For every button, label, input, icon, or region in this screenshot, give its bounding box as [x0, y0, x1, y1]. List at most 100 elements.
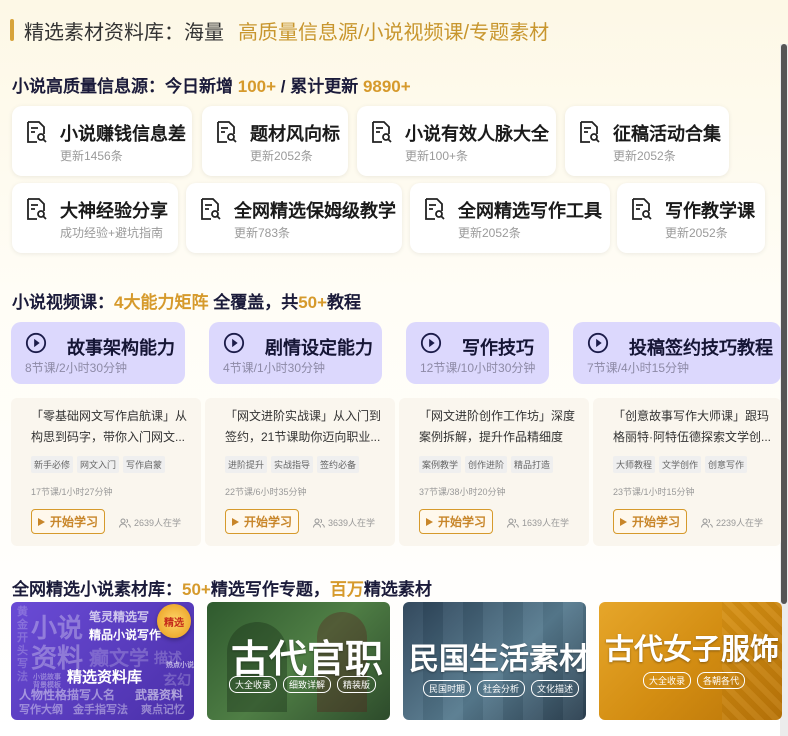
material-title: 精选资料库 — [67, 669, 143, 686]
document-search-icon — [27, 121, 47, 143]
info-card-tools[interactable]: 全网精选写作工具 更新2052条 — [410, 183, 610, 253]
video-tab-sub: 7节课/4小时15分钟 — [587, 361, 690, 375]
material-section-title: 全网精选小说素材库：50+精选写作专题，百万精选素材 — [12, 575, 432, 600]
play-triangle-icon — [619, 517, 627, 526]
info-section-mid: / 累计更新 — [276, 77, 363, 96]
users-icon — [507, 518, 519, 528]
info-section-title: 小说高质量信息源：今日新增 100+ / 累计更新 9890+ — [12, 72, 411, 97]
info-card-network[interactable]: 小说有效人脉大全 更新100+条 — [357, 106, 556, 176]
course-tag: 新手必修 — [31, 456, 74, 473]
start-learning-button[interactable]: 开始学习 — [419, 509, 493, 534]
material-section-count: 50+ — [182, 580, 211, 599]
course-tag: 创作进阶 — [465, 456, 508, 473]
start-learning-button[interactable]: 开始学习 — [31, 509, 105, 534]
start-learning-button[interactable]: 开始学习 — [225, 509, 299, 534]
material-card-republic[interactable]: 民国生活素材 民国时期 社会分析 文化描述 — [403, 602, 586, 720]
info-card-sub: 成功经验+避坑指南 — [60, 226, 164, 240]
document-search-icon — [425, 198, 445, 220]
course-description: 「创意故事写作大师课」跟玛格丽特·阿特伍德探索文学创... — [613, 409, 771, 444]
material-pill: 社会分析 — [477, 680, 526, 697]
info-card-sub: 更新2052条 — [613, 149, 676, 163]
page-header: 精选素材资料库：海量 高质量信息源/小说视频课/专题素材 — [10, 16, 549, 44]
document-search-icon — [217, 121, 237, 143]
document-search-icon — [632, 198, 652, 220]
video-tab-submission[interactable]: 投稿签约技巧教程 7节课/4小时15分钟 — [573, 322, 781, 384]
info-card-sub: 更新783条 — [234, 226, 291, 240]
video-tab-writing-skills[interactable]: 写作技巧 12节课/10小时30分钟 — [406, 322, 549, 384]
material-pill: 细致详解 — [283, 676, 332, 693]
play-circle-icon — [587, 332, 609, 354]
video-tab-title: 剧情设定能力 — [265, 338, 373, 358]
course-tag: 创意写作 — [705, 456, 748, 473]
video-section-suffix: 教程 — [327, 293, 362, 312]
material-pill: 大全收录 — [229, 676, 278, 693]
info-card-experience[interactable]: 大神经验分享 成功经验+避坑指南 — [12, 183, 178, 253]
document-search-icon — [27, 198, 47, 220]
page-title: 精选素材资料库：海量 — [24, 21, 224, 44]
course-card[interactable]: 「零基础网文写作启航课」从构思到码字，带你入门网文... 新手必修 网文入门 写… — [11, 398, 201, 546]
play-circle-icon — [223, 332, 245, 354]
course-tags: 案例教学 创作进阶 精品打造 — [419, 456, 554, 473]
info-card-sub: 更新1456条 — [60, 149, 123, 163]
course-tag: 网文入门 — [77, 456, 120, 473]
info-card-sub: 更新2052条 — [458, 226, 521, 240]
info-card-title: 小说赚钱信息差 — [60, 124, 186, 144]
course-meta: 23节课/1小时15分钟 — [613, 487, 695, 497]
play-triangle-icon — [231, 517, 239, 526]
video-tab-plot-setting[interactable]: 剧情设定能力 4节课/1小时30分钟 — [209, 322, 382, 384]
course-tag: 文学创作 — [659, 456, 702, 473]
info-section-prefix: 小说高质量信息源：今日新增 — [12, 77, 238, 96]
info-card-tutorials[interactable]: 全网精选保姆级教学 更新783条 — [186, 183, 402, 253]
info-card-title: 小说有效人脉大全 — [405, 124, 549, 144]
info-today-count: 100+ — [237, 77, 277, 96]
course-tag: 写作启蒙 — [123, 456, 166, 473]
course-card[interactable]: 「网文进阶实战课」从入门到签约，21节课助你迈向职业... 进阶提升 实战指导 … — [205, 398, 395, 546]
course-meta: 37节课/38小时20分钟 — [419, 487, 506, 497]
material-card-officials[interactable]: 古代官职 大全收录 细致详解 精装版 — [207, 602, 390, 720]
material-section-suffix: 精选素材 — [363, 580, 432, 599]
course-card[interactable]: 「网文进阶创作工作坊」深度案例拆解，提升作品精细度 案例教学 创作进阶 精品打造… — [399, 398, 589, 546]
info-card-writing-class[interactable]: 写作教学课 更新2052条 — [617, 183, 765, 253]
video-tab-title: 投稿签约技巧教程 — [629, 338, 773, 358]
course-tag: 精品打造 — [511, 456, 554, 473]
video-tab-story-structure[interactable]: 故事架构能力 8节课/2小时30分钟 — [11, 322, 185, 384]
course-description: 「零基础网文写作启航课」从构思到码字，带你入门网文... — [31, 409, 188, 444]
bg-word: 热点小说 — [166, 662, 194, 669]
info-card-sub: 更新2052条 — [250, 149, 313, 163]
course-meta: 22节课/6小时35分钟 — [225, 487, 307, 497]
video-section-prefix: 小说视频课： — [12, 293, 114, 312]
info-card-money[interactable]: 小说赚钱信息差 更新1456条 — [12, 106, 192, 176]
scrollbar-thumb[interactable] — [781, 44, 787, 604]
bg-word: 写作大纲 — [19, 704, 63, 716]
learner-count: 3639人在学 — [328, 518, 376, 528]
material-pill: 大全收录 — [643, 672, 692, 689]
material-pill: 民国时期 — [423, 680, 472, 697]
start-learning-button[interactable]: 开始学习 — [613, 509, 687, 534]
course-tags: 大师教程 文学创作 创意写作 — [613, 456, 748, 473]
info-card-trend[interactable]: 题材风向标 更新2052条 — [202, 106, 348, 176]
material-card-library[interactable]: 黄金开头写法 小说 资料 笔灵精选写 精品小说写作 癫文学 描述 热点小说 玄幻… — [11, 602, 194, 720]
course-tags: 新手必修 网文入门 写作启蒙 — [31, 456, 166, 473]
learner-count: 2239人在学 — [716, 518, 764, 528]
info-card-title: 题材风向标 — [250, 124, 340, 144]
course-meta: 17节课/1小时27分钟 — [31, 487, 113, 497]
course-card[interactable]: 「创意故事写作大师课」跟玛格丽特·阿特伍德探索文学创... 大师教程 文学创作 … — [593, 398, 781, 546]
bg-word: 黄金开头写法 — [17, 606, 28, 683]
play-triangle-icon — [37, 517, 45, 526]
info-card-title: 全网精选保姆级教学 — [234, 201, 396, 221]
bg-word: 笔灵精选写 — [89, 610, 150, 624]
play-circle-icon — [420, 332, 442, 354]
video-tab-title: 故事架构能力 — [67, 338, 175, 358]
bg-word: 精品小说写作 — [89, 628, 162, 642]
video-tab-title: 写作技巧 — [462, 338, 534, 358]
start-learning-label: 开始学习 — [243, 515, 292, 529]
material-section-prefix: 全网精选小说素材库： — [12, 580, 182, 599]
users-icon — [119, 518, 131, 528]
info-card-events[interactable]: 征稿活动合集 更新2052条 — [565, 106, 729, 176]
course-learners: 2239人在学 — [701, 516, 763, 529]
course-tag: 签约必备 — [317, 456, 360, 473]
video-tab-sub: 4节课/1小时30分钟 — [223, 361, 326, 375]
play-triangle-icon — [425, 517, 433, 526]
learner-count: 1639人在学 — [522, 518, 570, 528]
material-card-costume[interactable]: 古代女子服饰 大全收录 各朝各代 — [599, 602, 782, 720]
